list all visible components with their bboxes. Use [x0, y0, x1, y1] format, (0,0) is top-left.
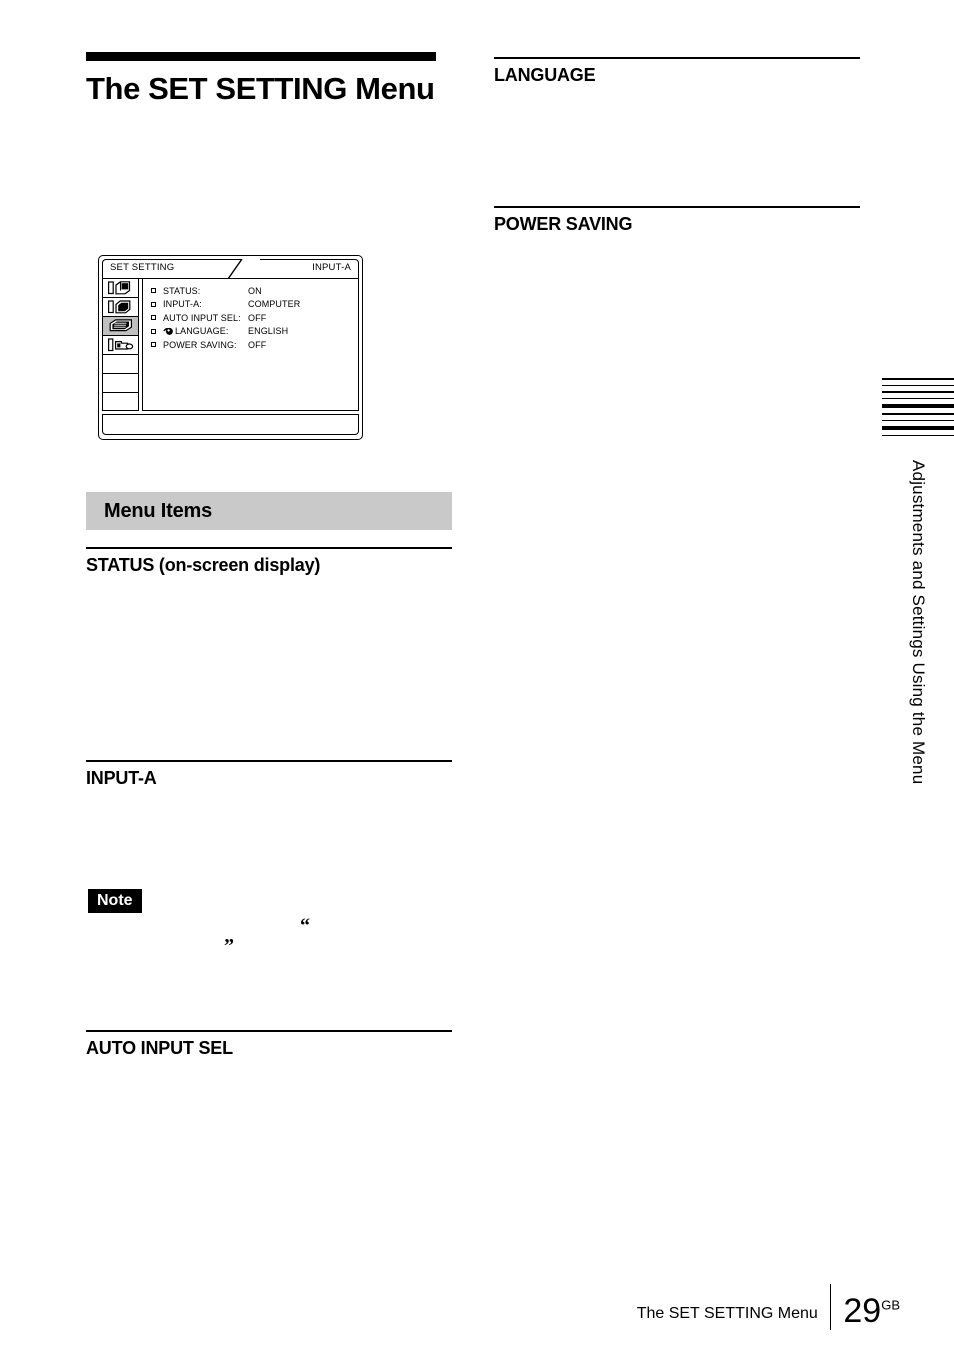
edge-tab-line-stack	[882, 378, 954, 441]
osd-rail-cell-screen[interactable]	[103, 298, 138, 317]
edge-tab-line	[882, 412, 954, 415]
edge-tab-text: Adjustments and Settings Using the Menu	[882, 460, 954, 830]
page-footer: The SET SETTING Menu 29GB	[560, 1282, 900, 1330]
heading-rule	[86, 547, 452, 549]
heading-rule	[86, 760, 452, 762]
edge-tab-line-current	[882, 404, 954, 408]
osd-menu-row[interactable]: INPUT-A: COMPUTER	[143, 298, 358, 311]
page-title: The SET SETTING Menu	[86, 71, 435, 106]
osd-item-value: OFF	[248, 312, 267, 323]
osd-bullet-icon	[151, 328, 156, 334]
osd-menu-list: STATUS: ON INPUT-A: COMPUTER AUTO INPUT …	[142, 278, 359, 411]
osd-item-label: STATUS:	[163, 285, 201, 296]
open-quote-mark: “	[300, 915, 310, 937]
osd-menu-figure: SET SETTING INPUT-A STATUS: ON INPUT-A: …	[98, 255, 363, 440]
osd-menu-row[interactable]: AUTO INPUT SEL: OFF	[143, 311, 358, 324]
section-band-label: Menu Items	[104, 499, 213, 522]
osd-rail-cell-empty-3	[103, 393, 138, 412]
osd-item-label: AUTO INPUT SEL:	[163, 312, 241, 323]
heading-text: INPUT-A	[86, 768, 157, 788]
heading-rule	[494, 57, 860, 59]
heading-language: LANGUAGE	[494, 57, 860, 86]
osd-rail-cell-empty-2	[103, 374, 138, 393]
footer-divider	[829, 1284, 832, 1330]
installation-icon	[107, 338, 134, 352]
left-text-column: The SET SETTING Menu	[86, 52, 452, 108]
document-page: The SET SETTING Menu SET SETTING INPUT-A	[0, 0, 954, 1352]
osd-rail-cell-set-setting[interactable]	[103, 317, 138, 336]
heading-text: AUTO INPUT SEL	[86, 1038, 233, 1058]
edge-tab-label: Adjustments and Settings Using the Menu	[909, 460, 928, 785]
edge-tab-line	[882, 419, 954, 422]
globe-icon	[163, 326, 174, 336]
heading-input-a: INPUT-A	[86, 760, 452, 789]
edge-tab-line-current	[882, 426, 954, 430]
heading-power-saving: POWER SAVING	[494, 206, 860, 235]
heading-text: POWER SAVING	[494, 214, 633, 234]
set-setting-icon	[108, 319, 134, 333]
osd-item-label-text: LANGUAGE:	[175, 326, 229, 336]
note-badge: Note	[88, 889, 142, 914]
heading-text: LANGUAGE	[494, 65, 596, 85]
osd-menu-row[interactable]: POWER SAVING: OFF	[143, 338, 358, 351]
title-top-rule	[86, 52, 436, 61]
footer-caption: The SET SETTING Menu	[636, 1305, 818, 1322]
osd-status-bar	[102, 414, 359, 435]
osd-bullet-icon	[151, 288, 156, 293]
section-band: Menu Items	[86, 492, 452, 530]
heading-rule	[494, 206, 860, 208]
osd-tab-diagonal-divider	[228, 259, 260, 279]
osd-tab-right-label: INPUT-A	[312, 262, 351, 273]
osd-inner-area: SET SETTING INPUT-A STATUS: ON INPUT-A: …	[102, 259, 359, 411]
picture-icon	[107, 281, 134, 295]
edge-section-tab: Adjustments and Settings Using the Menu	[882, 378, 954, 833]
edge-tab-line	[882, 434, 954, 437]
osd-rail-cell-installation[interactable]	[103, 336, 138, 355]
osd-item-value: COMPUTER	[248, 299, 301, 309]
osd-icon-rail	[102, 278, 139, 411]
osd-bullet-icon	[151, 315, 156, 320]
heading-status: STATUS (on-screen display)	[86, 547, 452, 576]
osd-item-label: INPUT-A:	[163, 299, 202, 309]
page-number: 29GB	[843, 1294, 900, 1330]
osd-bullet-icon	[151, 301, 156, 307]
osd-bullet-icon	[151, 342, 156, 347]
heading-rule	[86, 1030, 452, 1032]
osd-menu-row[interactable]: STATUS: ON	[143, 284, 358, 297]
edge-tab-line	[882, 384, 954, 387]
edge-tab-line	[882, 391, 954, 393]
edge-tab-line	[882, 397, 954, 400]
heading-auto-input-sel: AUTO INPUT SEL	[86, 1030, 452, 1059]
osd-item-label: POWER SAVING:	[163, 339, 237, 350]
osd-item-label: LANGUAGE:	[163, 326, 248, 336]
osd-rail-cell-picture[interactable]	[103, 279, 138, 298]
osd-item-value: OFF	[248, 339, 267, 350]
osd-item-value: ENGLISH	[248, 326, 289, 336]
page-number-value: 29	[843, 1292, 882, 1330]
osd-rail-cell-empty-1	[103, 355, 138, 374]
osd-tab-row: SET SETTING INPUT-A	[102, 259, 359, 279]
osd-item-value: ON	[248, 285, 262, 296]
screen-icon	[107, 300, 134, 314]
osd-menu-row[interactable]: LANGUAGE: ENGLISH	[143, 325, 358, 338]
edge-tab-line	[882, 378, 954, 380]
heading-text: STATUS (on-screen display)	[86, 555, 321, 575]
osd-tab-left-label: SET SETTING	[110, 262, 175, 273]
close-quote-mark: ”	[224, 935, 234, 957]
region-code: GB	[881, 1297, 900, 1313]
